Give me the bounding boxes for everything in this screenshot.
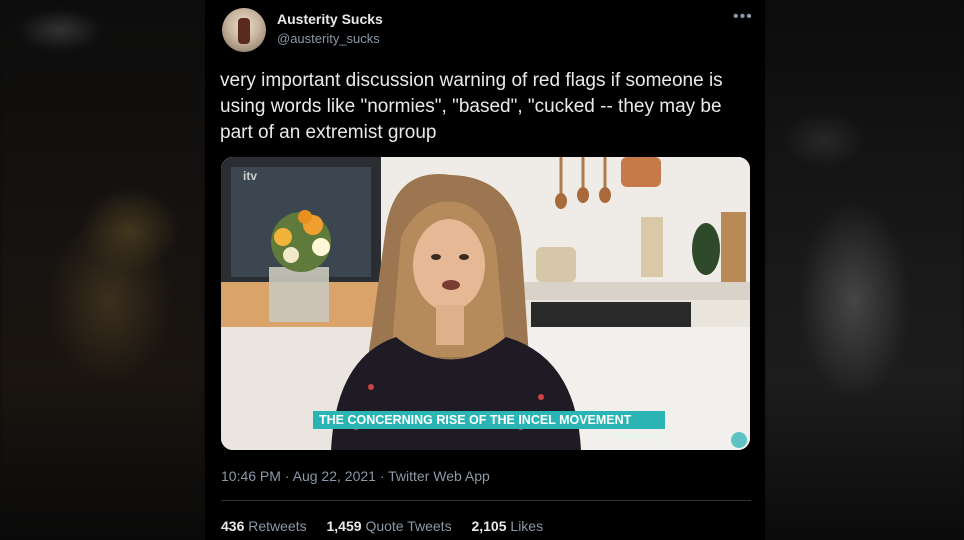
quote-tweets-count: 1,459 — [326, 518, 362, 534]
tweet-card: Austerity Sucks @austerity_sucks ••• ver… — [205, 0, 765, 540]
channel-logo: itv — [243, 169, 258, 183]
author-handle[interactable]: @austerity_sucks — [277, 31, 380, 46]
meta-separator: · — [284, 468, 290, 484]
retweets-stat[interactable]: 436 Retweets — [221, 518, 307, 534]
tweet-stats: 436 Retweets 1,459 Quote Tweets 2,105 Li… — [221, 518, 559, 534]
video-hashtag: #ThisMorning — [606, 431, 661, 441]
likes-count: 2,105 — [471, 518, 507, 534]
tweet-video[interactable]: itv THE CONCERNING RISE OF THE INCEL MOV… — [221, 157, 750, 450]
divider — [221, 500, 751, 501]
blurred-background-right — [764, 0, 964, 540]
quote-tweets-label: Quote Tweets — [365, 518, 452, 534]
tweet-time[interactable]: 10:46 PM — [221, 468, 281, 484]
tweet-date[interactable]: Aug 22, 2021 — [293, 468, 376, 484]
quote-tweets-stat[interactable]: 1,459 Quote Tweets — [327, 518, 452, 534]
retweets-count: 436 — [221, 518, 245, 534]
avatar-figure — [238, 18, 250, 44]
tweet-meta: 10:46 PM · Aug 22, 2021 · Twitter Web Ap… — [221, 468, 490, 484]
video-frame — [221, 157, 750, 450]
video-chyron: THE CONCERNING RISE OF THE INCEL MOVEMEN… — [313, 411, 665, 429]
blurred-background-left — [0, 0, 205, 540]
author-display-name[interactable]: Austerity Sucks — [277, 11, 383, 27]
likes-stat[interactable]: 2,105 Likes — [471, 518, 543, 534]
tweet-text: very important discussion warning of red… — [220, 70, 723, 143]
more-dots-icon[interactable]: ••• — [733, 8, 753, 26]
meta-separator: · — [379, 468, 385, 484]
likes-label: Likes — [510, 518, 544, 534]
tweet-source[interactable]: Twitter Web App — [388, 468, 490, 484]
retweets-label: Retweets — [248, 518, 307, 534]
avatar[interactable] — [222, 8, 266, 52]
